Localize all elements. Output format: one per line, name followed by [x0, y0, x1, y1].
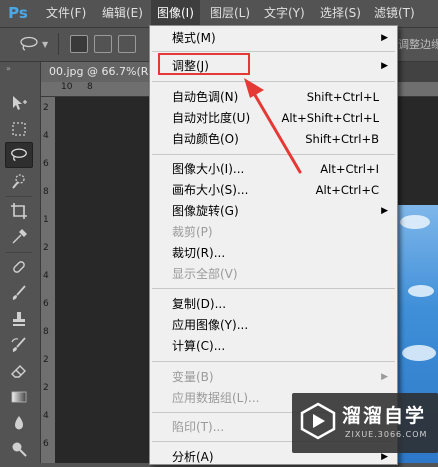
eyedropper-icon[interactable] — [5, 224, 33, 250]
menu-item-variables[interactable]: 变量(B) ▶ — [150, 367, 397, 387]
ruler-label: 6 — [43, 159, 49, 169]
menu-item-label: 应用数据组(L)... — [172, 391, 260, 405]
menu-item-crop[interactable]: 裁剪(P) — [150, 222, 397, 242]
blur-icon[interactable] — [5, 410, 33, 436]
menu-item-trim[interactable]: 裁切(R)... — [150, 243, 397, 263]
menu-type[interactable]: 文字(Y) — [258, 0, 311, 27]
menu-item-label: 计算(C)... — [172, 339, 226, 353]
ruler-label: 4 — [43, 411, 49, 421]
shortcut-label: Alt+Ctrl+I — [320, 162, 379, 176]
ruler-label: 6 — [43, 439, 49, 449]
divider — [58, 33, 59, 55]
photoshop-logo: Ps — [8, 4, 28, 22]
eraser-icon[interactable] — [5, 358, 33, 384]
menu-item-label: 图像旋转(G) — [172, 204, 239, 218]
menu-item-label: 陷印(T)... — [172, 420, 225, 434]
menu-item-label: 复制(D)... — [172, 297, 227, 311]
menu-item-label: 变量(B) — [172, 370, 214, 384]
divider — [152, 361, 395, 362]
toolbox-collapse-icon[interactable]: » — [6, 64, 11, 73]
subtract-selection-icon[interactable] — [118, 35, 136, 53]
menu-item-label: 图像大小(I)... — [172, 162, 245, 176]
menu-item-apply-image[interactable]: 应用图像(Y)... — [150, 315, 397, 335]
menu-select[interactable]: 选择(S) — [314, 0, 367, 27]
crop-icon[interactable] — [5, 198, 33, 224]
lasso-icon[interactable] — [5, 142, 33, 168]
menu-item-duplicate[interactable]: 复制(D)... — [150, 294, 397, 314]
watermark-title: 溜溜自学 — [342, 405, 427, 427]
watermark-subtitle: ZIXUE.3066.COM — [345, 430, 428, 439]
lasso-icon[interactable] — [18, 36, 40, 52]
menu-item-label: 显示全部(V) — [172, 267, 238, 281]
ruler-label: 8 — [43, 327, 49, 337]
menu-file[interactable]: 文件(F) — [40, 0, 92, 27]
toolbox: » — [0, 62, 41, 463]
ruler-label: 6 — [43, 299, 49, 309]
highlight-box — [158, 53, 250, 75]
ruler-label: 2 — [43, 383, 49, 393]
new-selection-icon[interactable] — [70, 35, 88, 53]
divider — [6, 196, 32, 197]
cloud — [402, 345, 436, 361]
move-icon[interactable] — [5, 90, 33, 116]
history-brush-icon[interactable] — [5, 332, 33, 358]
menu-item-mode[interactable]: 模式(M) ▶ — [150, 28, 397, 48]
marquee-icon[interactable] — [5, 116, 33, 142]
menu-filter[interactable]: 滤镜(T) — [368, 0, 421, 27]
menu-layer[interactable]: 图层(L) — [204, 0, 256, 27]
refine-edge-button[interactable]: 调整边缘 — [398, 36, 438, 52]
shortcut-label: Shift+Ctrl+L — [306, 90, 379, 104]
watermark: 溜溜自学 ZIXUE.3066.COM — [292, 393, 438, 453]
submenu-arrow-icon: ▶ — [381, 206, 388, 216]
ruler-label: 8 — [87, 82, 93, 92]
menu-item-label: 画布大小(S)... — [172, 183, 249, 197]
shortcut-label: Shift+Ctrl+B — [305, 132, 379, 146]
menu-item-image-rotation[interactable]: 图像旋转(G) ▶ — [150, 201, 397, 221]
menu-item-reveal-all[interactable]: 显示全部(V) — [150, 264, 397, 284]
ruler-label: 10 — [61, 82, 73, 92]
ruler-label: 4 — [43, 131, 49, 141]
menu-item-label: 裁剪(P) — [172, 225, 213, 239]
submenu-arrow-icon: ▶ — [381, 61, 388, 71]
add-to-selection-icon[interactable] — [94, 35, 112, 53]
tool-preset-dropdown-icon[interactable]: ▼ — [42, 40, 48, 49]
cloud — [408, 285, 434, 297]
menu-image[interactable]: 图像(I) — [151, 0, 200, 27]
gradient-icon[interactable] — [5, 384, 33, 410]
menu-item-calculations[interactable]: 计算(C)... — [150, 336, 397, 356]
quick-select-icon[interactable] — [5, 168, 33, 194]
healing-brush-icon[interactable] — [5, 254, 33, 280]
divider — [152, 51, 395, 52]
watermark-logo-icon — [300, 402, 336, 440]
menu-item-label: 裁切(R)... — [172, 246, 226, 260]
menu-item-label: 应用图像(Y)... — [172, 318, 249, 332]
menu-item-label: 自动色调(N) — [172, 90, 239, 104]
cloud — [400, 215, 430, 229]
ruler-label: 2 — [43, 243, 49, 253]
menu-edit[interactable]: 编辑(E) — [96, 0, 149, 27]
submenu-arrow-icon: ▶ — [381, 372, 388, 382]
ruler-label: 1 — [43, 215, 49, 225]
vertical-ruler: 2 4 6 8 1 2 4 6 8 2 2 4 6 — [41, 97, 55, 463]
menu-item-label: 模式(M) — [172, 31, 216, 45]
menu-item-canvas-size[interactable]: 画布大小(S)... Alt+Ctrl+C — [150, 180, 397, 200]
submenu-arrow-icon: ▶ — [381, 33, 388, 43]
clone-stamp-icon[interactable] — [5, 306, 33, 332]
menu-bar: Ps 文件(F) 编辑(E) 图像(I) 图层(L) 文字(Y) 选择(S) 滤… — [0, 0, 438, 28]
ruler-label: 4 — [43, 271, 49, 281]
red-arrow-icon — [244, 78, 302, 174]
brush-icon[interactable] — [5, 280, 33, 306]
divider — [6, 252, 32, 253]
menu-item-label: 自动颜色(O) — [172, 132, 239, 146]
dodge-icon[interactable] — [5, 436, 33, 462]
shortcut-label: Alt+Ctrl+C — [315, 183, 379, 197]
menu-item-label: 分析(A) — [172, 450, 214, 464]
ruler-label: 2 — [43, 103, 49, 113]
divider — [152, 288, 395, 289]
ruler-label: 2 — [43, 355, 49, 365]
ruler-label: 8 — [43, 187, 49, 197]
